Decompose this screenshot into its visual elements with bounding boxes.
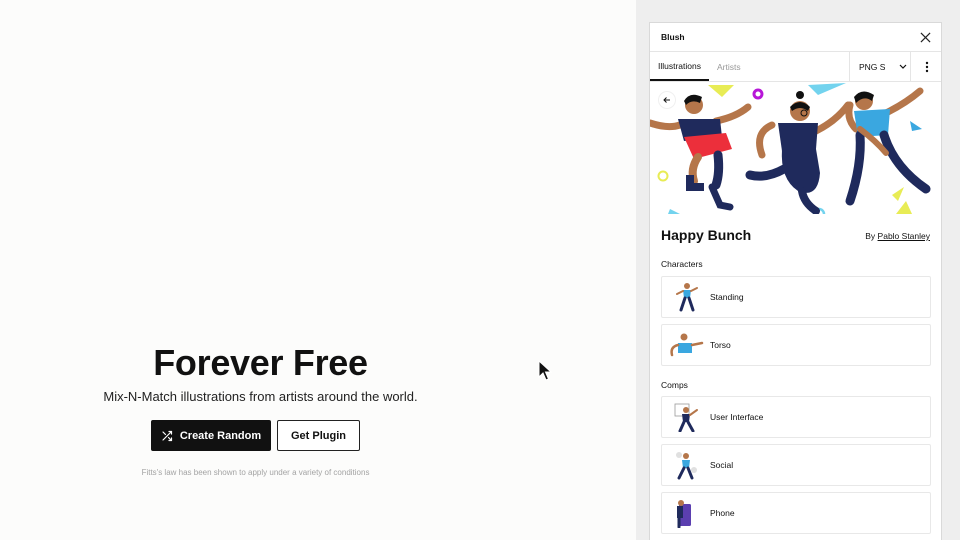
torso-thumbnail (662, 325, 710, 365)
list-item-torso[interactable]: Torso (661, 324, 931, 366)
format-select-value: PNG S (859, 61, 886, 72)
create-random-label: Create Random (179, 429, 262, 442)
chevron-down-icon (900, 64, 907, 69)
panel-header: Blush (650, 23, 941, 52)
happy-bunch-illustration (650, 83, 931, 214)
section-characters-label: Characters (661, 259, 703, 269)
tab-illustrations-label: Illustrations (658, 60, 701, 71)
pack-illustration (650, 83, 941, 214)
hero-section: Forever Free Mix-N-Match illustrations f… (0, 0, 636, 540)
standing-thumbnail (662, 277, 710, 317)
close-icon[interactable] (920, 31, 931, 43)
list-item-standing[interactable]: Standing (661, 276, 931, 318)
pack-title: Happy Bunch (661, 227, 752, 243)
create-random-button[interactable]: Create Random (151, 420, 271, 451)
section-comps-label: Comps (661, 380, 688, 390)
hero-title: Forever Free (153, 342, 368, 383)
list-item-social[interactable]: Social (661, 444, 931, 486)
list-item-user-interface[interactable]: User Interface (661, 396, 931, 438)
tab-artists[interactable]: Artists (709, 52, 749, 81)
format-select[interactable]: PNG S (849, 52, 911, 81)
panel-tabs: Illustrations Artists PNG S (650, 52, 941, 82)
panel-title: Blush (661, 32, 685, 42)
user-interface-thumbnail (662, 397, 710, 437)
list-item-label: User Interface (710, 412, 764, 422)
shuffle-icon (162, 430, 172, 441)
list-item-phone[interactable]: Phone (661, 492, 931, 534)
blush-plugin-panel: Blush Illustrations Artists PNG S Happy … (649, 22, 942, 540)
tab-illustrations[interactable]: Illustrations (650, 52, 709, 81)
list-item-label: Phone (710, 508, 735, 518)
back-button[interactable] (659, 92, 675, 108)
list-item-label: Standing (710, 292, 744, 302)
get-plugin-button[interactable]: Get Plugin (277, 420, 360, 451)
more-vertical-icon[interactable] (912, 52, 941, 81)
pack-author: By Pablo Stanley (865, 231, 930, 241)
social-thumbnail (662, 445, 710, 485)
pack-author-prefix: By (865, 231, 876, 241)
get-plugin-label: Get Plugin (291, 429, 346, 442)
phone-thumbnail (662, 493, 710, 533)
pack-author-link[interactable]: Pablo Stanley (878, 231, 930, 241)
hero-note: Fitts's law has been shown to apply unde… (141, 468, 370, 477)
list-item-label: Social (710, 460, 734, 470)
list-item-label: Torso (710, 340, 731, 350)
tab-artists-label: Artists (717, 61, 741, 72)
mouse-cursor-icon (538, 360, 552, 381)
arrow-left-icon (663, 97, 670, 103)
hero-subtitle: Mix-N-Match illustrations from artists a… (103, 389, 418, 404)
